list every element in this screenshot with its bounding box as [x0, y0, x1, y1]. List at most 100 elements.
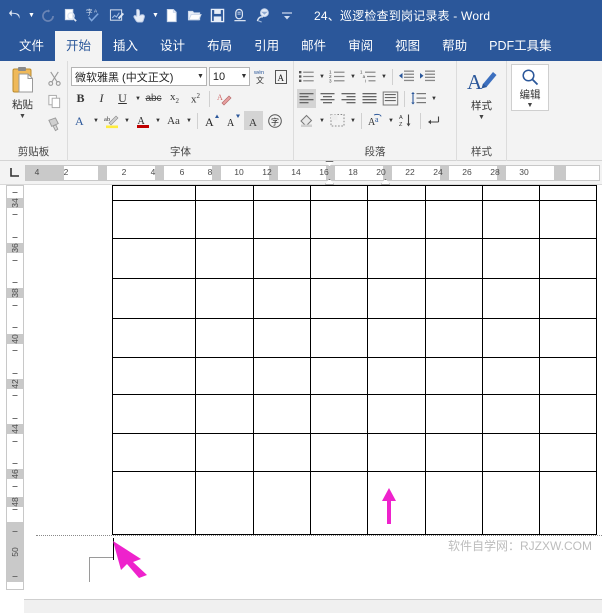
numbering-button[interactable]: 123 — [328, 67, 347, 86]
grow-font-button[interactable]: A — [202, 111, 221, 130]
tab-help[interactable]: 帮助 — [431, 31, 478, 61]
horizontal-ruler[interactable]: 4 2 2 4 6 8 10 12 14 16 18 20 22 24 26 2… — [0, 160, 602, 185]
shading-caret-icon[interactable]: ▼ — [318, 118, 326, 124]
tab-layout[interactable]: 布局 — [196, 31, 243, 61]
line-spacing-caret-icon[interactable]: ▼ — [430, 96, 438, 102]
cut-button[interactable] — [44, 68, 64, 88]
ruler-track[interactable]: 4 2 2 4 6 8 10 12 14 16 18 20 22 24 26 2… — [25, 160, 600, 185]
ruler-number: 20 — [376, 166, 386, 177]
clear-formatting-button[interactable]: A — [214, 89, 233, 108]
table-row-line — [112, 278, 596, 279]
vruler-tick — [12, 418, 18, 419]
text-effects-button[interactable]: A — [71, 111, 90, 130]
shading-button[interactable] — [297, 111, 316, 130]
text-effects-caret-icon[interactable]: ▼ — [92, 118, 100, 124]
track-changes-icon[interactable] — [105, 4, 128, 27]
increase-indent-button[interactable] — [418, 67, 437, 86]
bullets-caret-icon[interactable]: ▼ — [318, 74, 326, 80]
styles-button[interactable]: A 样式 ▼ — [460, 64, 503, 121]
redo-icon — [36, 4, 59, 27]
tab-references[interactable]: 引用 — [243, 31, 290, 61]
ribbon-group-styles: A 样式 ▼ 样式 — [457, 61, 507, 161]
font-name-combobox[interactable]: 微软雅黑 (中文正文) ▼ — [71, 67, 207, 86]
font-size-caret-icon[interactable]: ▼ — [239, 73, 248, 80]
touch-mode-dropdown-caret-icon[interactable]: ▼ — [151, 4, 160, 27]
change-case-caret-icon[interactable]: ▼ — [185, 118, 193, 124]
tab-design[interactable]: 设计 — [149, 31, 196, 61]
tab-mailings[interactable]: 邮件 — [290, 31, 337, 61]
format-painter-button[interactable] — [44, 114, 64, 134]
borders-caret-icon[interactable]: ▼ — [349, 118, 357, 124]
tab-pdf-tools[interactable]: PDF工具集 — [478, 31, 563, 61]
copy-button[interactable] — [44, 91, 64, 111]
asian-layout-caret-icon[interactable]: ▼ — [387, 118, 395, 124]
tab-review[interactable]: 审阅 — [337, 31, 384, 61]
customize-qat-icon[interactable] — [275, 4, 298, 27]
font-size-combobox[interactable]: 10 ▼ — [208, 67, 251, 86]
multilevel-list-button[interactable]: 1ai — [359, 67, 378, 86]
asian-layout-button[interactable]: Aa — [366, 111, 385, 130]
signature-icon[interactable] — [229, 4, 252, 27]
undo-dropdown-caret-icon[interactable]: ▼ — [27, 4, 36, 27]
align-left-button[interactable] — [297, 89, 316, 108]
save-icon[interactable] — [206, 4, 229, 27]
spelling-check-icon[interactable]: 字A — [82, 4, 105, 27]
shrink-font-button[interactable]: A — [223, 111, 242, 130]
tab-insert[interactable]: 插入 — [102, 31, 149, 61]
borders-button[interactable] — [328, 111, 347, 130]
tab-view[interactable]: 视图 — [384, 31, 431, 61]
bold-button[interactable]: B — [71, 89, 90, 108]
document-table[interactable] — [112, 185, 597, 535]
styles-dropdown-caret-icon[interactable]: ▼ — [478, 114, 485, 121]
editing-button[interactable]: 编辑 ▼ — [511, 64, 549, 111]
numbering-caret-icon[interactable]: ▼ — [349, 74, 357, 80]
superscript-button[interactable]: x2 — [186, 89, 205, 108]
distribute-button[interactable] — [381, 89, 400, 108]
table-column-line — [596, 185, 597, 535]
character-border-button[interactable]: A — [272, 67, 290, 86]
line-spacing-button[interactable] — [409, 89, 428, 108]
justify-button[interactable] — [360, 89, 379, 108]
strikethrough-button[interactable]: abc — [144, 89, 163, 108]
italic-button[interactable]: I — [92, 89, 111, 108]
table-row-line — [112, 394, 596, 395]
tab-stop-selector-icon[interactable] — [3, 162, 25, 184]
align-right-button[interactable] — [339, 89, 358, 108]
decrease-indent-button[interactable] — [397, 67, 416, 86]
bullets-button[interactable] — [297, 67, 316, 86]
change-case-button[interactable]: Aa — [164, 111, 183, 130]
editing-dropdown-caret-icon[interactable]: ▼ — [527, 102, 534, 109]
underline-button[interactable]: U — [113, 89, 132, 108]
open-icon[interactable] — [183, 4, 206, 27]
email-icon[interactable] — [252, 4, 275, 27]
align-center-button[interactable] — [318, 89, 337, 108]
show-formatting-marks-button[interactable] — [425, 111, 444, 130]
font-color-button[interactable]: A — [133, 111, 152, 130]
enclose-characters-button[interactable]: 字 — [265, 111, 284, 130]
text-highlight-button[interactable]: ab — [102, 111, 121, 130]
undo-icon[interactable] — [4, 4, 27, 27]
tab-file[interactable]: 文件 — [8, 31, 55, 61]
table-column-line — [425, 185, 426, 535]
document-page[interactable]: 软件自学网：RJZXW.COM — [36, 185, 602, 613]
multilevel-list-caret-icon[interactable]: ▼ — [380, 74, 388, 80]
vertical-ruler[interactable]: 34 36 38 40 42 44 46 48 50 — [6, 185, 24, 590]
touch-mode-icon[interactable] — [128, 4, 151, 27]
character-shading-button[interactable]: A — [244, 111, 263, 130]
sort-button[interactable]: AZ — [397, 111, 416, 130]
paragraph-mark-bracket — [89, 557, 113, 582]
font-name-caret-icon[interactable]: ▼ — [195, 73, 204, 80]
underline-caret-icon[interactable]: ▼ — [134, 96, 142, 102]
paste-dropdown-caret-icon[interactable]: ▼ — [19, 113, 26, 120]
print-preview-icon[interactable] — [59, 4, 82, 27]
phonetic-guide-button[interactable]: wén 文 — [252, 67, 270, 86]
vruler-number: 38 — [10, 288, 20, 298]
text-highlight-caret-icon[interactable]: ▼ — [123, 118, 131, 124]
para-row2-divider — [404, 90, 405, 107]
document-canvas[interactable]: 软件自学网：RJZXW.COM — [24, 185, 602, 613]
font-color-caret-icon[interactable]: ▼ — [154, 118, 162, 124]
subscript-button[interactable]: x2 — [165, 89, 184, 108]
paste-button[interactable]: 粘贴 ▼ — [3, 64, 42, 120]
tab-home[interactable]: 开始 — [55, 31, 103, 61]
new-document-icon[interactable] — [160, 4, 183, 27]
